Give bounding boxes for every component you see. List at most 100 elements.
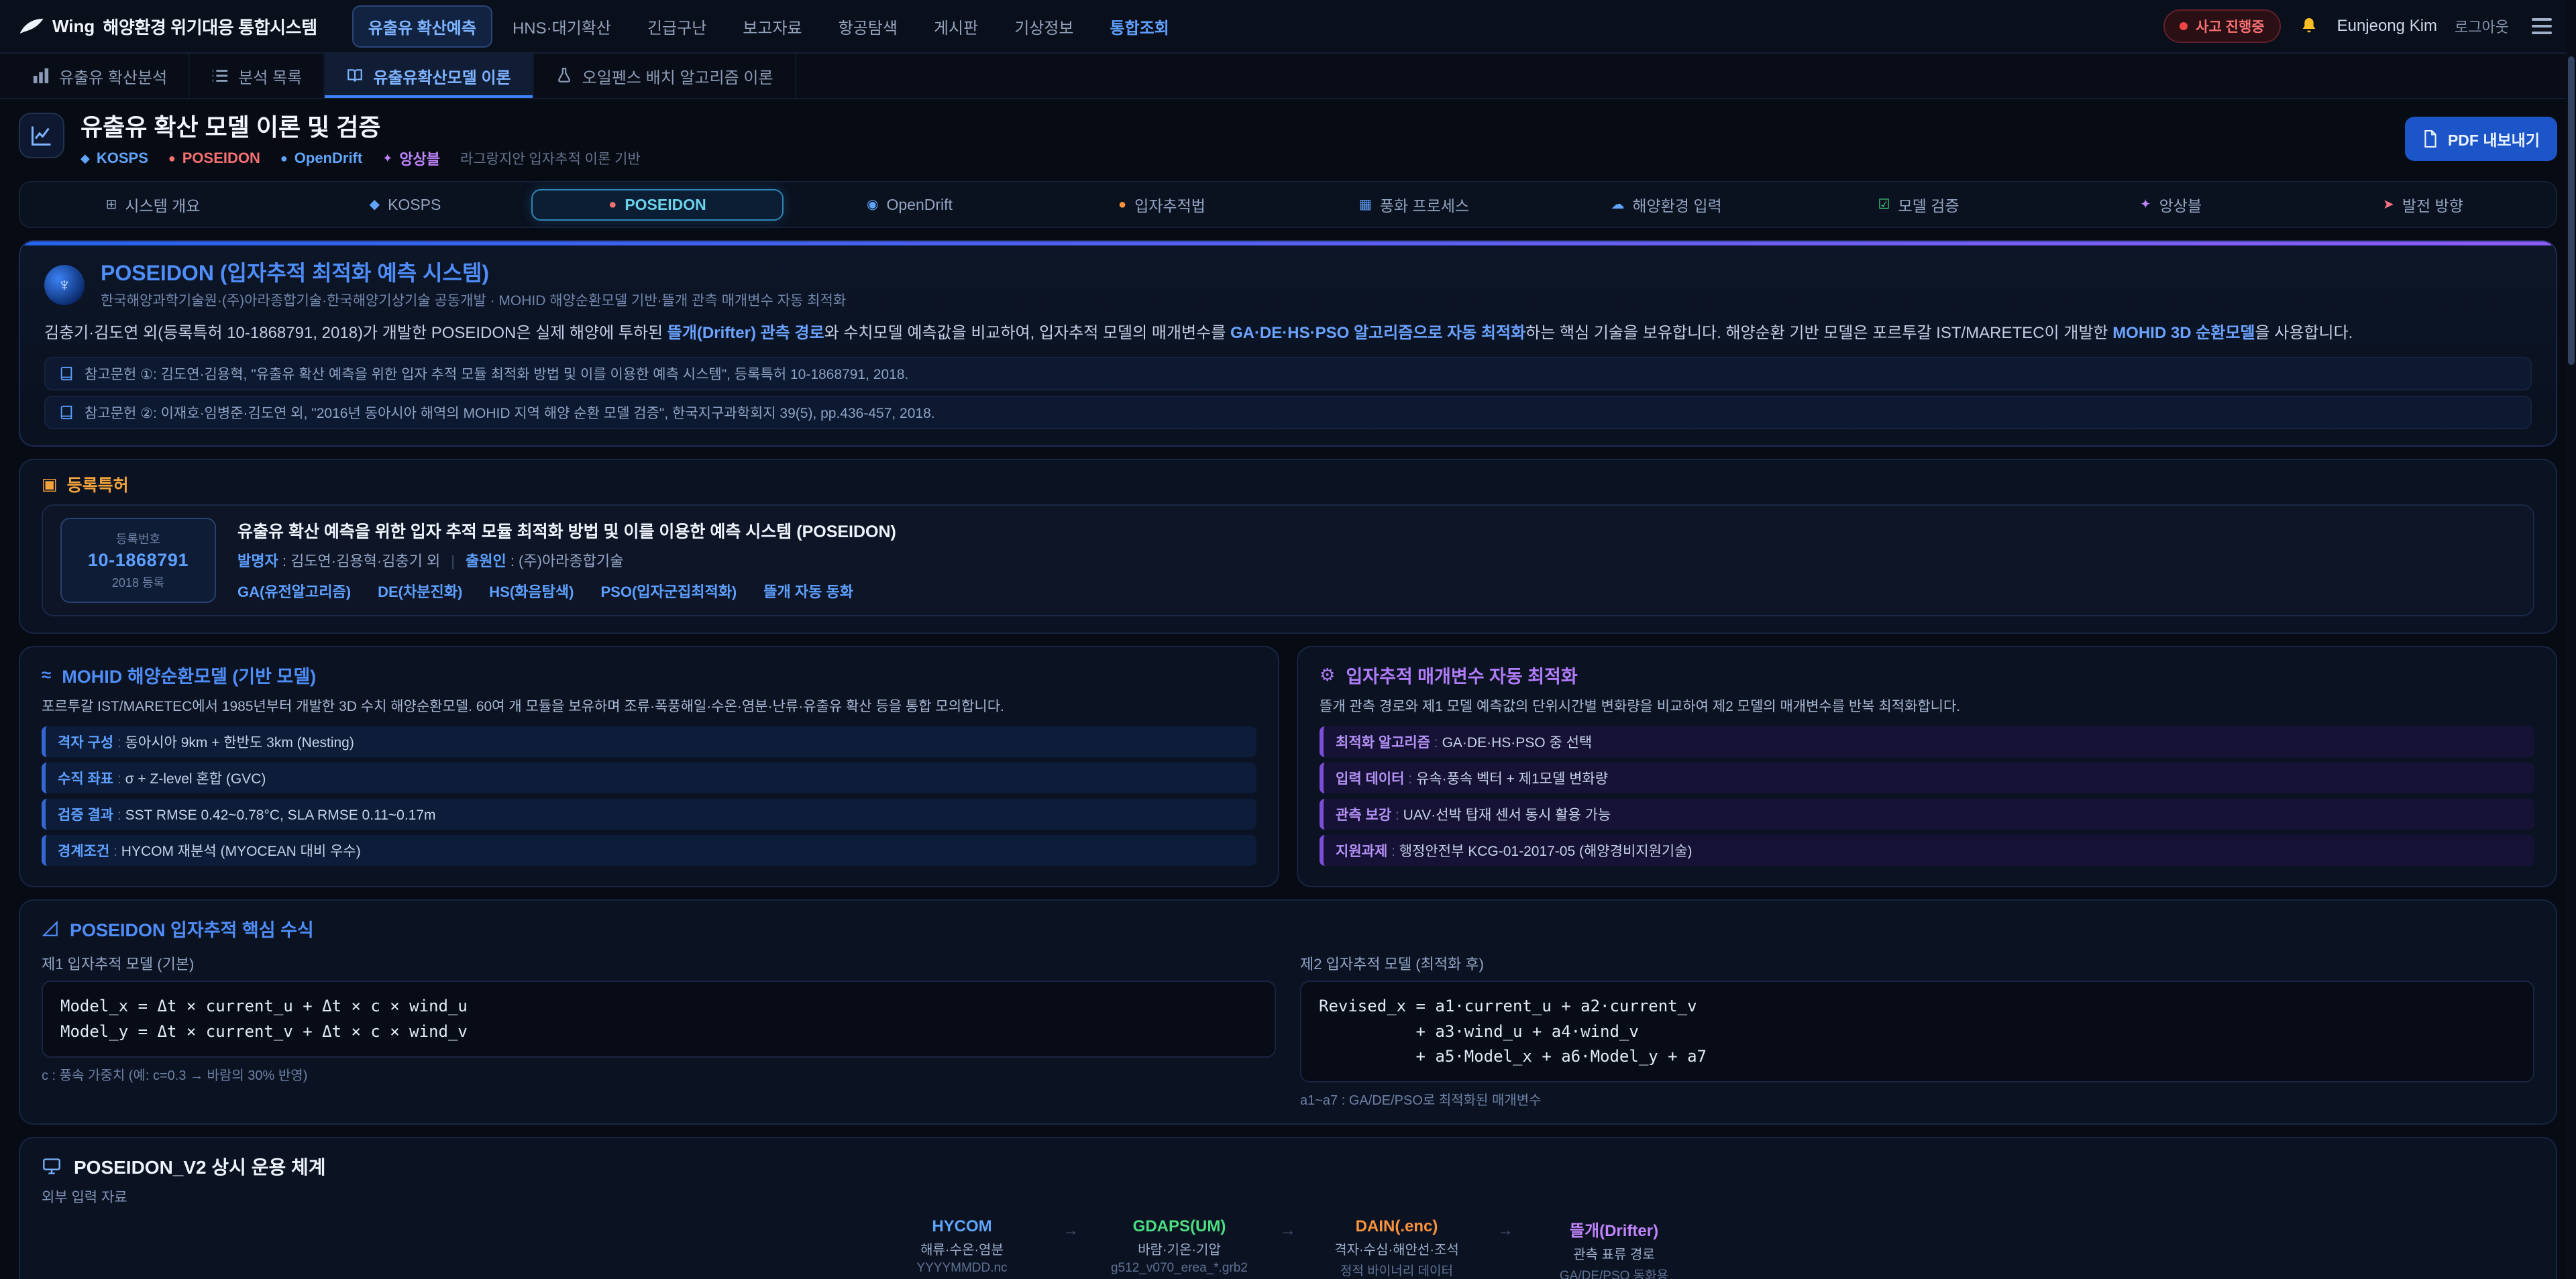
section-nav-future[interactable]: ➤발전 방향 <box>2297 186 2549 223</box>
spec-row-input-data: 입력 데이터유속·풍속 벡터 + 제1모델 변화량 <box>1320 763 2534 793</box>
mohid-card: ≈ MOHID 해양순환모델 (기반 모델) 포르투갈 IST/MARETEC에… <box>19 646 1279 888</box>
formula-card: POSEIDON 입자추적 핵심 수식 제1 입자추적 모델 (기본) Mode… <box>19 899 2557 1125</box>
patent-section-header: ▣ 등록특허 <box>20 460 2556 504</box>
optimization-card: ⚙ 입자추적 매개변수 자동 최적화 뜰개 관측 경로와 제1 모델 예측값의 … <box>1297 646 2557 888</box>
tag-de: DE(차분진화) <box>378 580 462 602</box>
nav-item-hns[interactable]: HNS·대기확산 <box>496 5 627 48</box>
section-nav-weathering[interactable]: ▦풍화 프로세스 <box>1288 186 1540 223</box>
patent-number-label: 등록번호 <box>116 530 160 547</box>
section-nav-poseidon[interactable]: ●POSEIDON <box>531 189 784 221</box>
user-name: Eunjeong Kim <box>2337 17 2437 36</box>
tab-diffusion-model-theory[interactable]: 유출유확산모델 이론 <box>325 54 533 98</box>
formula-section-title: POSEIDON 입자추적 핵심 수식 <box>42 915 2534 942</box>
poseidon-card-header: ♆ POSEIDON (입자추적 최적화 예측 시스템) 한국해양과학기술원·(… <box>44 260 2532 310</box>
model-columns: ≈ MOHID 해양순환모델 (기반 모델) 포르투갈 IST/MARETEC에… <box>19 646 2557 888</box>
poseidon-orb-icon: ♆ <box>44 265 85 305</box>
app-logo[interactable]: Wing 해양환경 위기대응 통합시스템 <box>19 14 317 39</box>
patent-card: ▣ 등록특허 등록번호 10-1868791 2018 등록 유출유 확산 예측… <box>19 459 2557 634</box>
poseidon-overview-card: ♆ POSEIDON (입자추적 최적화 예측 시스템) 한국해양과학기술원·(… <box>19 240 2557 447</box>
section-nav-model-validation[interactable]: ☑모델 검증 <box>1792 186 2045 223</box>
nav-item-weather[interactable]: 기상정보 <box>998 5 1089 48</box>
tag-ga: GA(유전알고리즘) <box>237 580 351 602</box>
section-nav-system-overview[interactable]: ⊞시스템 개요 <box>27 186 279 223</box>
references: 참고문헌 ①: 김도연·김용혁, "유출유 확산 예측을 위한 입자 추적 모듈… <box>44 357 2532 429</box>
book-icon <box>346 67 364 85</box>
line-chart-icon <box>30 123 54 148</box>
model2-code: Revised_x = a1·current_u + a2·current_v … <box>1300 981 2534 1082</box>
wave-icon: ≈ <box>42 665 51 685</box>
section-nav-particle-tracking[interactable]: ●입자추적법 <box>1036 186 1288 223</box>
nav-item-air-search[interactable]: 항공탐색 <box>822 5 914 48</box>
model2-block: 제2 입자추적 모델 (최적화 후) Revised_x = a1·curren… <box>1300 952 2534 1109</box>
tag-opendrift: ●OpenDrift <box>280 150 362 167</box>
mohid-description: 포르투갈 IST/MARETEC에서 1985년부터 개발한 3D 수치 해양순… <box>42 696 1256 718</box>
model1-label: 제1 입자추적 모델 (기본) <box>42 952 1276 974</box>
operation-title: POSEIDON_V2 상시 운용 체계 <box>42 1153 2534 1180</box>
spec-row-observation: 관측 보강UAV·선박 탑재 센서 동시 활용 가능 <box>1320 799 2534 830</box>
section-nav-kosps[interactable]: ◆KOSPS <box>279 189 531 221</box>
input-node-hycom: HYCOM 해류·수온·염분 YYYYMMDD.nc <box>883 1217 1041 1276</box>
app-root: Wing 해양환경 위기대응 통합시스템 유출유 확산예측 HNS·대기확산 긴… <box>0 0 2576 1279</box>
patent-year: 2018 등록 <box>112 573 164 591</box>
optimization-title: ⚙ 입자추적 매개변수 자동 최적화 <box>1320 662 2534 688</box>
tab-oil-spill-analysis[interactable]: 유출유 확산분석 <box>11 54 190 98</box>
highlight-algorithms: GA·DE·HS·PSO 알고리즘으로 자동 최적화 <box>1230 324 1525 342</box>
book-reference-icon <box>59 366 74 381</box>
incident-dot-icon <box>2180 22 2188 30</box>
nav-item-rescue[interactable]: 긴급구난 <box>631 5 722 48</box>
mohid-title: ≈ MOHID 해양순환모델 (기반 모델) <box>42 662 1256 688</box>
nav-item-reports[interactable]: 보고자료 <box>727 5 818 48</box>
pdf-export-button[interactable]: PDF 내보내기 <box>2405 117 2557 161</box>
tag-drifter-assimilation: 뜰개 자동 동화 <box>763 580 853 602</box>
poseidon-subtitle: 한국해양과학기술원·(주)아라종합기술·한국해양기상기술 공동개발 · MOHI… <box>101 290 846 310</box>
header-info: 유출유 확산 모델 이론 및 검증 ◆KOSPS ●POSEIDON ●Open… <box>80 113 2389 169</box>
section-nav-ensemble[interactable]: ✦앙상블 <box>2045 186 2297 223</box>
nav-item-board[interactable]: 게시판 <box>918 5 994 48</box>
nav-item-integrated-search[interactable]: 통합조회 <box>1094 5 1185 48</box>
top-navbar: Wing 해양환경 위기대응 통합시스템 유출유 확산예측 HNS·대기확산 긴… <box>0 0 2576 54</box>
flow-arrow-icon: → <box>1063 1221 1079 1240</box>
wing-logo-icon <box>19 17 44 35</box>
model2-caption: a1~a7 : GA/DE/PSO로 최적화된 매개변수 <box>1300 1089 2534 1109</box>
reference-1: 참고문헌 ①: 김도연·김용혁, "유출유 확산 예측을 위한 입자 추적 모듈… <box>44 357 2532 390</box>
tab-analysis-list[interactable]: 분석 목록 <box>190 54 325 98</box>
ruler-triangle-icon <box>42 920 59 938</box>
logout-link[interactable]: 로그아웃 <box>2455 15 2509 37</box>
input-node-gdaps: GDAPS(UM) 바람·기온·기압 g512_v070_erea_*.grb2 <box>1100 1217 1258 1276</box>
notifications-button[interactable] <box>2298 15 2320 37</box>
page-title: 유출유 확산 모델 이론 및 검증 <box>80 113 2389 142</box>
nav-item-oil-spill-forecast[interactable]: 유출유 확산예측 <box>352 5 492 48</box>
app-title: 해양환경 위기대응 통합시스템 <box>103 14 317 39</box>
patent-algorithm-tags: GA(유전알고리즘) DE(차분진화) HS(화음탐색) PSO(입자군집최적화… <box>237 580 896 602</box>
chart-icon <box>32 67 50 85</box>
optimization-description: 뜰개 관측 경로와 제1 모델 예측값의 단위시간별 변화량을 비교하여 제2 … <box>1320 696 2534 718</box>
model1-code: Model_x = Δt × current_u + Δt × c × wind… <box>42 981 1276 1057</box>
incident-status-badge[interactable]: 사고 진행중 <box>2163 9 2280 43</box>
input-node-dain: DAIN(.enc) 격자·수심·해안선·조석 정적 바이너리 데이터 <box>1318 1217 1476 1279</box>
flow-arrow-icon: → <box>1497 1221 1513 1240</box>
logo-word: Wing <box>52 16 95 37</box>
patent-detail-box: 등록번호 10-1868791 2018 등록 유출유 확산 예측을 위한 입자… <box>42 504 2534 616</box>
tag-pso: PSO(입자군집최적화) <box>600 580 737 602</box>
poseidon-title: POSEIDON (입자추적 최적화 예측 시스템) <box>101 260 846 286</box>
tab-oil-fence-theory[interactable]: 오일펜스 배치 알고리즘 이론 <box>534 54 796 98</box>
spec-row-grid: 격자 구성동아시아 9km + 한반도 3km (Nesting) <box>42 726 1256 757</box>
section-nav: ⊞시스템 개요 ◆KOSPS ●POSEIDON ◉OpenDrift ●입자추… <box>19 181 2557 228</box>
bell-icon <box>2298 15 2320 37</box>
scrollbar-thumb[interactable] <box>2568 56 2575 365</box>
tag-kosps: ◆KOSPS <box>80 150 148 167</box>
patent-meta: 발명자 : 김도연·김용혁·김충기 외|출원인 : (주)아라종합기술 <box>237 549 896 571</box>
spec-row-algorithm: 최적화 알고리즘GA·DE·HS·PSO 중 선택 <box>1320 726 2534 757</box>
page-header: 유출유 확산 모델 이론 및 검증 ◆KOSPS ●POSEIDON ●Open… <box>0 99 2576 180</box>
section-nav-opendrift[interactable]: ◉OpenDrift <box>784 189 1036 221</box>
patent-section-title: 등록특허 <box>67 472 129 496</box>
patent-number: 10-1868791 <box>88 550 189 571</box>
section-nav-ocean-input[interactable]: ☁해양환경 입력 <box>1540 186 1792 223</box>
model1-caption: c : 풍속 가중치 (예: c=0.3 → 바람의 30% 반영) <box>42 1064 1276 1084</box>
patent-info: 유출유 확산 예측을 위한 입자 추적 모듈 최적화 방법 및 이를 이용한 예… <box>237 518 896 602</box>
sub-tabbar: 유출유 확산분석 분석 목록 유출유확산모델 이론 오일펜스 배치 알고리즘 이… <box>0 54 2576 99</box>
main-nav: 유출유 확산예측 HNS·대기확산 긴급구난 보고자료 항공탐색 게시판 기상정… <box>352 5 2163 48</box>
clipboard-icon: ▣ <box>42 474 58 494</box>
incident-badge-label: 사고 진행중 <box>2196 16 2264 36</box>
menu-hamburger-icon[interactable] <box>2526 13 2557 40</box>
